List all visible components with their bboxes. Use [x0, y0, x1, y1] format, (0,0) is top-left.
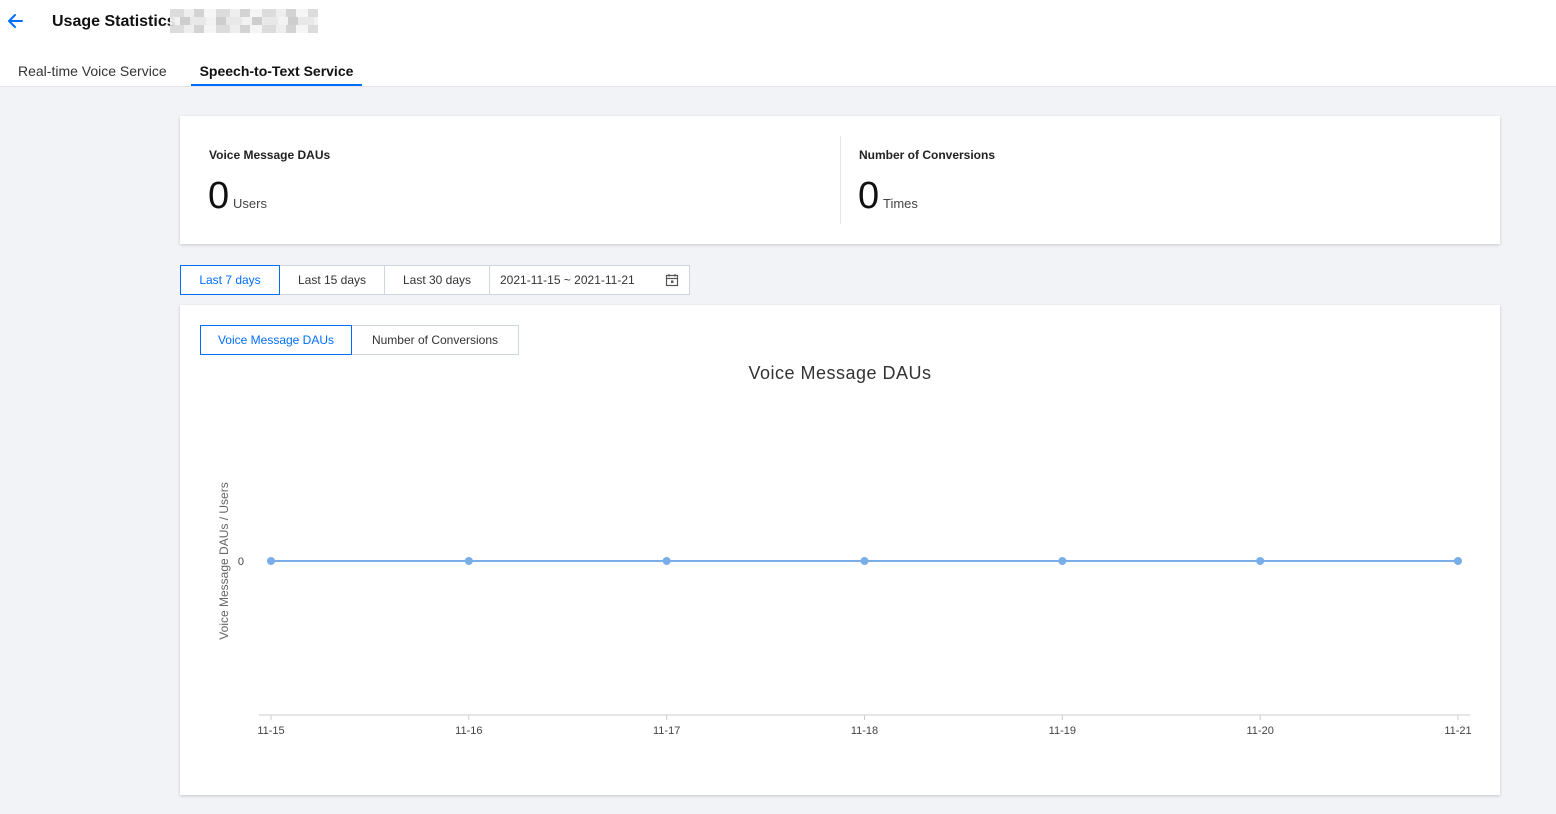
page-title: Usage Statistics	[52, 13, 176, 30]
tab-speech-to-text-service[interactable]: Speech-to-Text Service	[191, 58, 362, 86]
range-last-15-days-button[interactable]: Last 15 days	[279, 265, 385, 295]
data-point	[1454, 557, 1462, 565]
dau-metric-label: Voice Message DAUs	[209, 148, 331, 162]
x-tick-label: 11-15	[257, 725, 284, 737]
page-header: Usage Statistics Real-time Voice Service…	[0, 0, 1556, 87]
date-range-picker[interactable]: 2021-11-15 ~ 2021-11-21	[489, 265, 690, 295]
line-chart: Voice Message DAUs Voice Message DAUs / …	[217, 363, 1472, 737]
summary-card: Voice Message DAUs 0 Users Number of Con…	[180, 116, 1500, 244]
date-range-value: 2021-11-15 ~ 2021-11-21	[500, 273, 635, 287]
tab-realtime-voice-service[interactable]: Real-time Voice Service	[18, 58, 167, 86]
data-point	[464, 557, 473, 565]
chart-card: Voice Message DAUs Number of Conversions…	[180, 305, 1500, 795]
chart-title: Voice Message DAUs	[748, 363, 931, 383]
x-tick-label: 11-20	[1247, 725, 1274, 737]
x-tick-label: 11-21	[1444, 725, 1471, 737]
dau-metric-unit: Users	[233, 196, 267, 211]
x-tick-label: 11-18	[851, 725, 878, 737]
x-tick-label: 11-16	[455, 725, 482, 737]
calendar-icon	[665, 274, 679, 287]
range-last-7-days-button[interactable]: Last 7 days	[180, 265, 280, 295]
data-point	[860, 557, 869, 565]
y-axis-label: Voice Message DAUs / Users	[217, 482, 231, 639]
data-point	[662, 557, 671, 565]
redacted-app-name	[170, 9, 318, 33]
dau-metric-value: 0	[208, 175, 230, 217]
arrow-left-icon[interactable]	[6, 10, 26, 32]
data-point	[267, 557, 275, 565]
data-point	[1058, 557, 1067, 565]
conversions-metric-value: 0	[858, 175, 880, 217]
metric-tab-voice-message-daus[interactable]: Voice Message DAUs	[200, 325, 352, 355]
y-tick-label: 0	[238, 556, 244, 568]
conversions-metric-unit: Times	[883, 196, 918, 211]
x-tick-label: 11-19	[1049, 725, 1076, 737]
summary-divider	[840, 136, 841, 224]
data-point	[1256, 557, 1265, 565]
conversions-metric-label: Number of Conversions	[859, 148, 996, 162]
x-tick-label: 11-17	[653, 725, 680, 737]
range-last-30-days-button[interactable]: Last 30 days	[384, 265, 490, 295]
